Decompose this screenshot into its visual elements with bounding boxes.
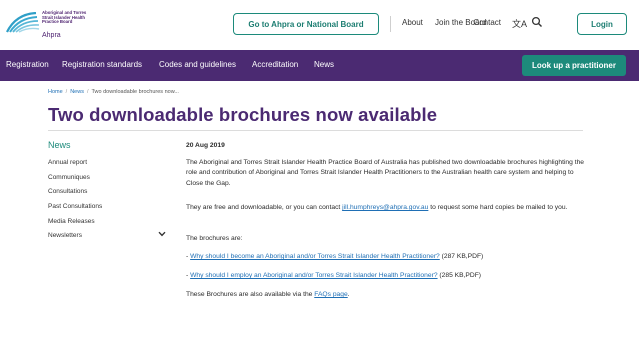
- article-paragraph: The brochures are:: [186, 235, 243, 242]
- sidebar-item-annual-report[interactable]: Annual report: [48, 159, 87, 166]
- breadcrumb-separator: /: [65, 89, 68, 95]
- paragraph-text: These Brochures are also available via t…: [186, 291, 315, 298]
- main-navigation: Registration Registration standards Code…: [0, 50, 639, 81]
- board-logo-icon: [6, 12, 40, 33]
- article-paragraph: These Brochures are also available via t…: [186, 290, 586, 300]
- sidebar-heading[interactable]: News: [48, 140, 71, 150]
- breadcrumb-news[interactable]: News: [70, 89, 84, 95]
- board-select-button[interactable]: Go to Ahpra or National Board: [233, 13, 379, 35]
- sidebar-item-communiques[interactable]: Communiques: [48, 174, 90, 181]
- email-link[interactable]: jill.humphreys@ahpra.gov.au: [342, 204, 428, 211]
- file-size: (287 KB,PDF): [439, 253, 484, 260]
- sidebar-item-past-consultations[interactable]: Past Consultations: [48, 203, 102, 210]
- login-button[interactable]: Login: [577, 13, 627, 35]
- article-date: 20 Aug 2019: [186, 142, 225, 149]
- sidebar-item-media-releases[interactable]: Media Releases: [48, 218, 95, 225]
- breadcrumb-separator: /: [86, 89, 89, 95]
- divider: [390, 16, 391, 32]
- file-size: (285 KB,PDF): [437, 272, 482, 279]
- sidebar-item-consultations[interactable]: Consultations: [48, 188, 87, 195]
- top-header: Aboriginal and Torres Strait Islander He…: [0, 0, 639, 50]
- contact-link[interactable]: Contact: [473, 18, 501, 27]
- article-paragraph: They are free and downloadable, or you c…: [186, 203, 586, 213]
- brochure-link-employ[interactable]: Why should I employ an Aboriginal and/or…: [190, 272, 437, 279]
- nav-item-codes-guidelines[interactable]: Codes and guidelines: [159, 60, 236, 69]
- nav-item-registration[interactable]: Registration: [6, 60, 49, 69]
- translate-icon[interactable]: 文A: [512, 17, 527, 30]
- paragraph-text: to request some hard copies be mailed to…: [428, 204, 568, 211]
- ahpra-logo[interactable]: Aboriginal and Torres Strait Islander He…: [6, 10, 116, 40]
- article-paragraph: The Aboriginal and Torres Strait Islande…: [186, 159, 585, 187]
- breadcrumb-current: Two downloadable brochures now...: [91, 89, 179, 95]
- breadcrumb-home[interactable]: Home: [48, 89, 63, 95]
- lookup-practitioner-button[interactable]: Look up a practitioner: [522, 55, 626, 76]
- search-icon[interactable]: [531, 16, 543, 28]
- breadcrumb: Home / News / Two downloadable brochures now…: [48, 89, 179, 95]
- about-link[interactable]: About: [402, 18, 423, 27]
- logo-line: Practice Board: [42, 19, 73, 25]
- nav-item-accreditation[interactable]: Accreditation: [252, 60, 298, 69]
- sidebar-item-newsletters[interactable]: Newsletters: [48, 232, 82, 239]
- title-divider: [48, 130, 583, 131]
- paragraph-text: .: [347, 291, 350, 298]
- page-title: Two downloadable brochures now available: [48, 104, 438, 125]
- chevron-down-icon[interactable]: [158, 231, 166, 237]
- brochure-link-become[interactable]: Why should I become an Aboriginal and/or…: [190, 253, 440, 260]
- brochure-item: - Why should I employ an Aboriginal and/…: [186, 271, 586, 281]
- nav-item-registration-standards[interactable]: Registration standards: [62, 60, 142, 69]
- brochure-item: - Why should I become an Aboriginal and/…: [186, 252, 586, 262]
- faqs-link[interactable]: FAQs page: [314, 291, 347, 298]
- nav-item-news[interactable]: News: [314, 60, 334, 69]
- paragraph-text: They are free and downloadable, or you c…: [186, 204, 343, 211]
- logo-ahpra: Ahpra: [42, 32, 61, 39]
- logo-text: Aboriginal and Torres Strait Islander He…: [42, 10, 112, 25]
